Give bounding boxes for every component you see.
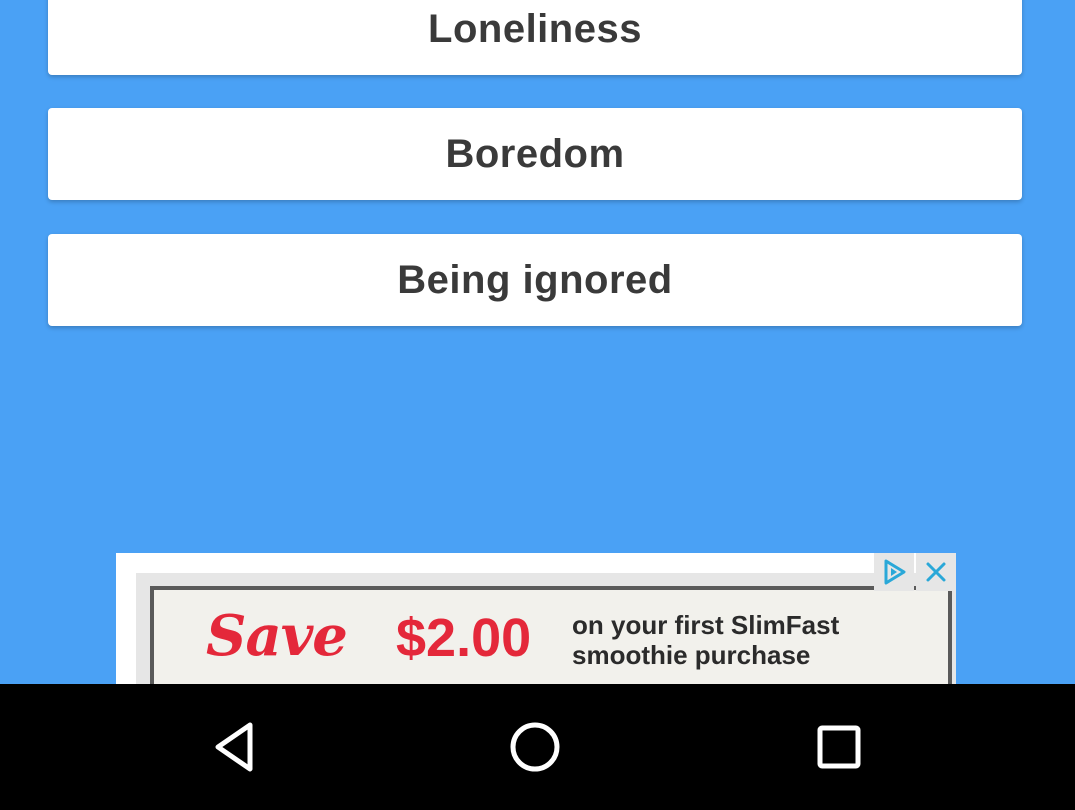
ad-text-line-2: smoothie purchase [572, 640, 811, 670]
close-icon[interactable] [916, 553, 956, 591]
option-label: Boredom [445, 131, 625, 176]
app-screen: Loneliness Boredom Being ignored Save $2… [0, 0, 1075, 684]
navigation-bar [0, 684, 1075, 810]
option-being-ignored[interactable]: Being ignored [48, 234, 1022, 326]
option-label: Being ignored [397, 257, 673, 302]
ad-headline: Save [206, 603, 348, 669]
home-circle-icon[interactable] [502, 714, 568, 780]
option-loneliness[interactable]: Loneliness [48, 0, 1022, 75]
back-triangle-icon[interactable] [201, 714, 267, 780]
option-boredom[interactable]: Boredom [48, 108, 1022, 200]
recents-square-icon[interactable] [806, 714, 872, 780]
ad-text-line-1: on your first SlimFast [572, 610, 840, 640]
adchoices-icon[interactable] [874, 553, 914, 591]
option-label: Loneliness [428, 6, 642, 51]
ad-banner[interactable]: Save $2.00 on your first SlimFast smooth… [116, 553, 956, 684]
ad-amount: $2.00 [396, 608, 532, 668]
